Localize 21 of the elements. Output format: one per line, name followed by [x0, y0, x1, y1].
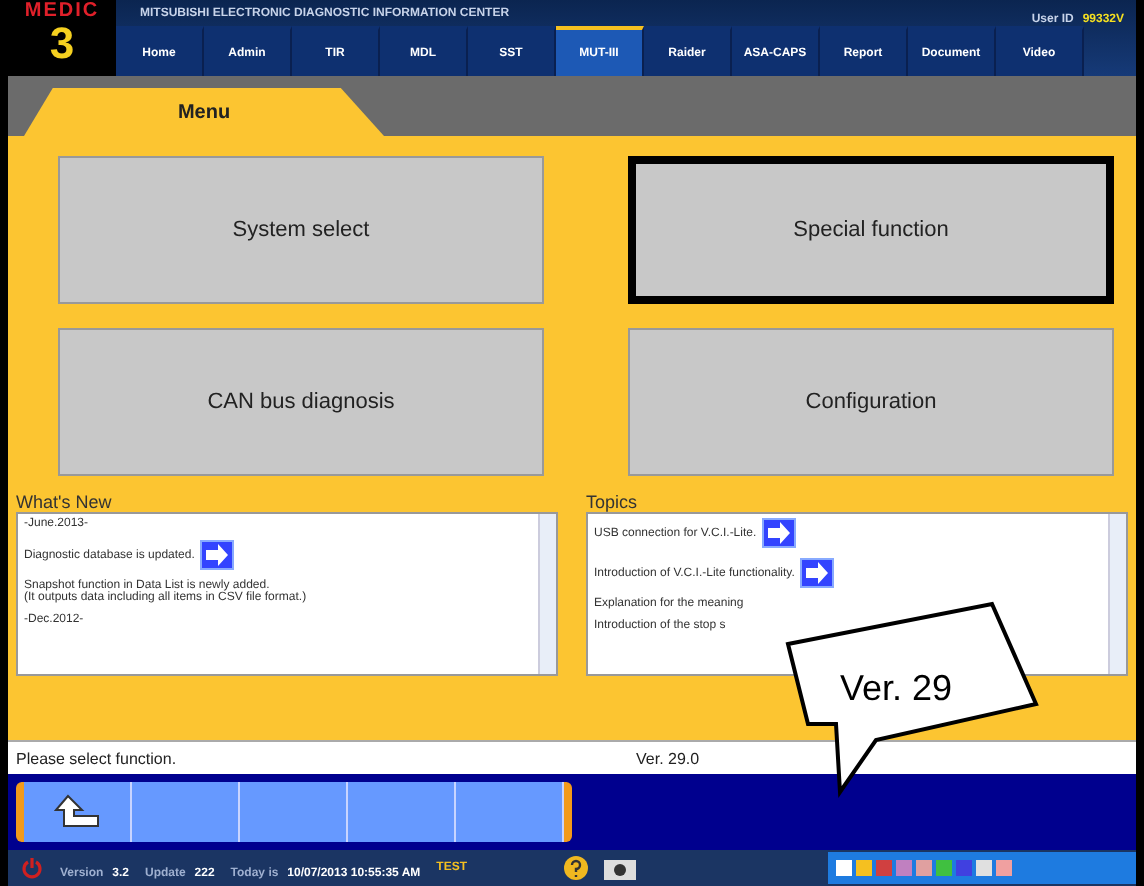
page-tab[interactable]: Menu [24, 88, 384, 136]
logo-text: MEDIC [24, 0, 100, 22]
list-title: Topics [586, 492, 640, 512]
scrollbar[interactable] [1108, 514, 1126, 674]
arrow-icon [200, 540, 235, 570]
version-text: Ver. 29.0 [636, 749, 700, 767]
menu-button[interactable]: Special function [628, 156, 1114, 304]
arrow-icon [762, 518, 797, 548]
list-title: What's New [16, 492, 114, 512]
return-arrow-icon [53, 794, 101, 830]
logo-number: 3 [49, 22, 75, 66]
arrow-icon [800, 558, 835, 588]
menu-button[interactable]: CAN bus diagnosis [58, 328, 544, 476]
menu-button[interactable]: Configuration [628, 328, 1114, 476]
status-message: Please select function. [14, 749, 179, 767]
power-icon [20, 856, 44, 880]
callout-label: Ver. 29 [840, 668, 953, 708]
menu-button[interactable]: System select [58, 156, 544, 304]
camera-icon[interactable] [603, 856, 635, 880]
help-icon[interactable] [563, 856, 587, 880]
scrollbar[interactable] [538, 514, 556, 674]
